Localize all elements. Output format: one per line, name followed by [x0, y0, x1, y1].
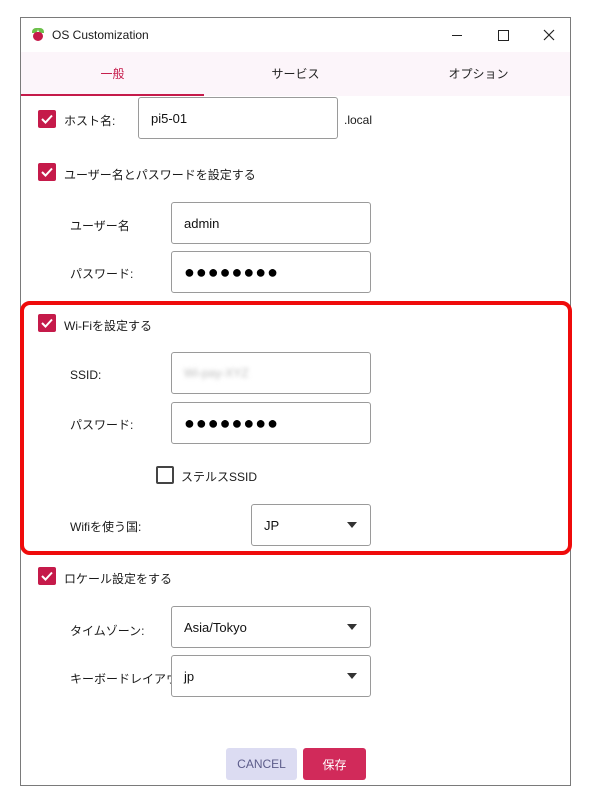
checkmark-icon	[41, 114, 53, 124]
minimize-button[interactable]	[434, 18, 480, 52]
minimize-icon	[452, 34, 462, 36]
user-password-input[interactable]: ●●●●●●●●	[171, 251, 371, 293]
window-title: OS Customization	[52, 28, 149, 42]
keyboard-value: jp	[184, 668, 195, 684]
chevron-down-icon	[347, 624, 357, 630]
username-input[interactable]: admin	[171, 202, 371, 244]
hostname-label: ホスト名:	[64, 114, 116, 128]
timezone-value: Asia/Tokyo	[184, 619, 247, 635]
user-password-value: ●●●●●●●●	[184, 261, 279, 282]
tab-services-label: サービス	[271, 67, 320, 81]
title-bar: OS Customization	[21, 18, 570, 52]
tab-general[interactable]: 一般	[21, 52, 204, 96]
hostname-value: pi5-01	[151, 110, 188, 126]
close-button[interactable]	[526, 18, 572, 52]
tab-options[interactable]: オプション	[387, 52, 570, 96]
save-button[interactable]: 保存	[303, 748, 366, 780]
locale-checkbox[interactable]	[38, 567, 56, 585]
timezone-label: タイムゾーン:	[70, 624, 145, 638]
tab-options-label: オプション	[448, 67, 509, 81]
maximize-button[interactable]	[480, 18, 526, 52]
user-settings-label: ユーザー名とパスワードを設定する	[64, 168, 256, 182]
tab-services[interactable]: サービス	[204, 52, 387, 96]
timezone-select[interactable]: Asia/Tokyo	[171, 606, 371, 648]
username-label: ユーザー名	[70, 219, 130, 233]
checkmark-icon	[41, 571, 53, 581]
checkmark-icon	[41, 167, 53, 177]
hostname-suffix: .local	[344, 113, 373, 127]
tab-general-label: 一般	[100, 67, 125, 81]
wifi-section-highlight	[20, 301, 572, 555]
cancel-button[interactable]: CANCEL	[226, 748, 297, 780]
tab-bar: 一般 サービス オプション	[21, 52, 570, 96]
active-tab-indicator	[21, 94, 204, 96]
chevron-down-icon	[347, 673, 357, 679]
keyboard-select[interactable]: jp	[171, 655, 371, 697]
maximize-icon	[497, 29, 509, 41]
locale-label: ロケール設定をする	[64, 572, 173, 586]
username-value: admin	[184, 215, 220, 231]
hostname-checkbox[interactable]	[38, 110, 56, 128]
user-password-label: パスワード:	[70, 267, 134, 281]
raspberry-pi-icon	[31, 28, 45, 42]
close-icon	[543, 29, 555, 41]
hostname-input[interactable]: pi5-01	[138, 97, 338, 139]
user-settings-checkbox[interactable]	[38, 163, 56, 181]
